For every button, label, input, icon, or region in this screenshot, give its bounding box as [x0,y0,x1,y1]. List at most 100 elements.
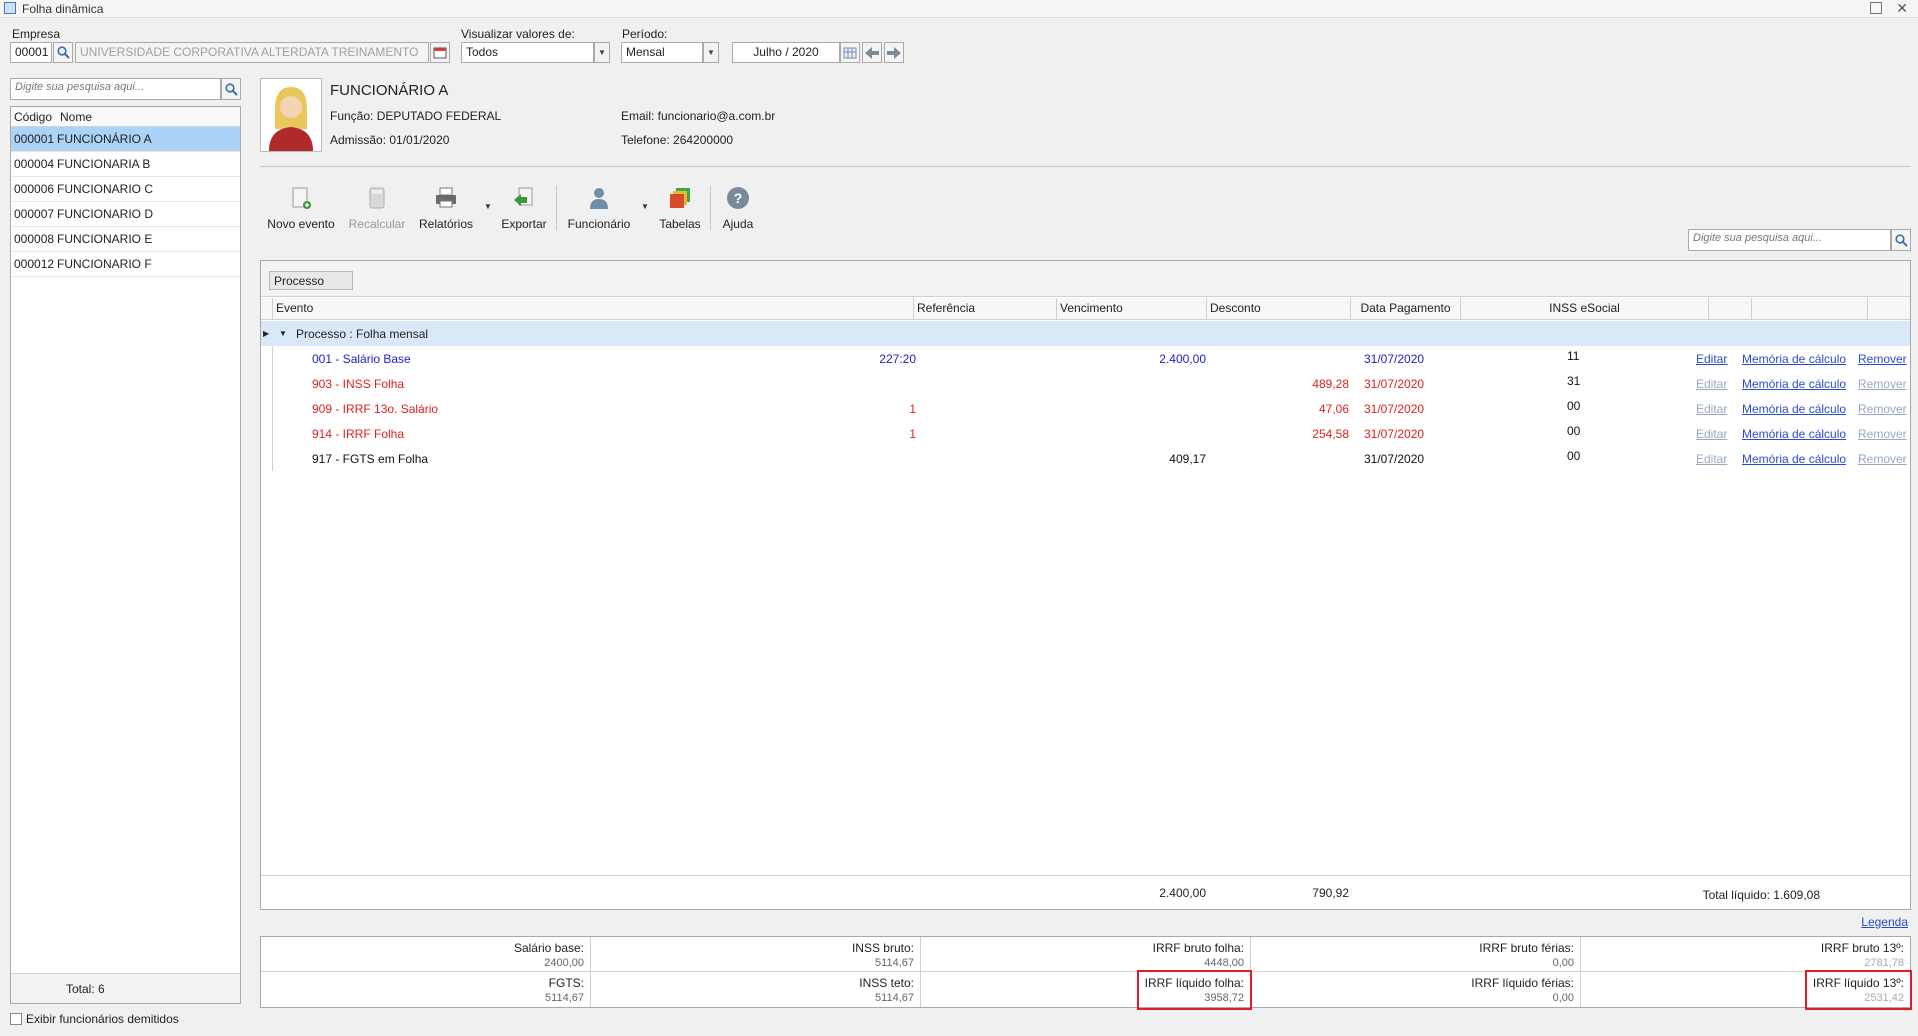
legenda-link[interactable]: Legenda [1861,915,1908,929]
col-editar-header [1709,298,1752,320]
close-icon[interactable]: ✕ [1896,0,1908,17]
grid-search-button[interactable] [1891,229,1911,251]
restore-icon[interactable] [1870,2,1882,14]
next-period-button[interactable] [884,42,904,63]
row-indicator [261,446,273,471]
user-icon [590,188,608,209]
employee-total: Total: 6 [11,973,240,1003]
summary-irrf-bruto-ferias: IRRF bruto férias: 0,00 [1251,937,1581,972]
collapse-icon[interactable]: ▼ [279,329,287,338]
visualizar-select[interactable]: Todos [461,42,594,63]
table-row[interactable]: 001 - Salário Base 227:20 2.400,00 31/07… [261,346,1910,371]
summary-label: Salário base: [513,941,584,955]
memoria-calculo-link[interactable]: Memória de cálculo [1742,352,1846,366]
employee-row[interactable]: 000007 FUNCIONARIO D [11,202,240,227]
employee-row[interactable]: 000008 FUNCIONARIO E [11,227,240,252]
relatorios-dropdown-icon[interactable]: ▼ [484,202,492,211]
periodo-dropdown-icon[interactable]: ▼ [703,42,719,63]
col-vencimento-header[interactable]: Vencimento [1057,298,1207,320]
memoria-calculo-link[interactable]: Memória de cálculo [1742,427,1846,441]
previous-period-button[interactable] [862,42,882,63]
help-icon: ? [727,187,749,209]
summary-label: IRRF bruto férias: [1479,941,1574,955]
empresa-code-field[interactable]: 00001 [10,42,52,63]
employee-row[interactable]: 000006 FUNCIONARIO C [11,177,240,202]
search-icon [1894,233,1908,247]
employee-row[interactable]: 000001 FUNCIONÁRIO A [11,127,240,152]
relatorios-button[interactable]: Relatórios [416,186,476,231]
person-icon [269,87,313,151]
ajuda-button[interactable]: ? Ajuda [716,186,760,231]
editar-link[interactable]: Editar [1696,452,1727,466]
col-name-header[interactable]: Nome [57,110,92,124]
summary-fgts: FGTS: 5114,67 [261,972,591,1007]
memoria-calculo-link[interactable]: Memória de cálculo [1742,402,1846,416]
empresa-search-button[interactable] [53,42,73,63]
app-icon [4,2,16,14]
editar-link[interactable]: Editar [1696,402,1727,416]
table-row[interactable]: 914 - IRRF Folha 1 254,58 31/07/2020 00 … [261,421,1910,446]
title-bar: Folha dinâmica ✕ [0,0,1918,18]
editar-link[interactable]: Editar [1696,427,1727,441]
table-row[interactable]: 909 - IRRF 13o. Salário 1 47,06 31/07/20… [261,396,1910,421]
exportar-button[interactable]: Exportar [498,186,550,231]
funcionario-dropdown-icon[interactable]: ▼ [641,202,649,211]
visualizar-label: Visualizar valores de: [461,27,575,41]
employee-name: FUNCIONARIO D [57,207,153,221]
col-evento-header[interactable]: Evento [273,298,914,320]
periodo-date-field[interactable]: Julho / 2020 [732,42,840,63]
recalcular-button[interactable]: Recalcular [346,186,408,231]
cell-vencimento: 2.400,00 [1159,352,1206,366]
row-indicator [261,346,273,371]
remover-link[interactable]: Remover [1858,352,1907,366]
col-referencia-header[interactable]: Referência [914,298,1057,320]
row-indicator [261,421,273,446]
empresa-calendar-button[interactable] [430,42,450,63]
table-row[interactable]: 917 - FGTS em Folha 409,17 31/07/2020 00… [261,446,1910,471]
employee-code: 000001 [14,132,55,146]
grid-search-input[interactable]: Digite sua pesquisa aqui... [1688,229,1891,251]
printer-icon [436,187,456,208]
expand-icon[interactable]: ▶ [263,329,269,338]
show-dismissed-checkbox[interactable] [10,1013,22,1025]
editar-link[interactable]: Editar [1696,377,1727,391]
remover-link[interactable]: Remover [1858,402,1907,416]
total-desconto: 790,92 [1312,886,1349,900]
cell-data-pagamento: 31/07/2020 [1364,427,1425,441]
cell-inss-esocial: 00 [1567,449,1581,463]
tabelas-button[interactable]: Tabelas [656,186,704,231]
col-code-header[interactable]: Código [11,110,57,124]
row-indicator-header [261,298,273,320]
group-chip-processo[interactable]: Processo [269,271,353,290]
employee-search-input[interactable]: Digite sua pesquisa aqui... [10,78,221,100]
employee-code: 000008 [14,232,55,246]
total-liquido: Total líquido: 1.609,08 [1702,888,1820,902]
tabelas-label: Tabelas [659,217,701,231]
employee-name: FUNCIONARIO E [57,232,153,246]
col-inss-esocial-header[interactable]: INSS eSocial [1461,298,1709,320]
row-indicator [261,396,273,421]
memoria-calculo-link[interactable]: Memória de cálculo [1742,452,1846,466]
summary-irrf-bruto-folha: IRRF bruto folha: 4448,00 [921,937,1251,972]
periodo-select[interactable]: Mensal [621,42,703,63]
group-row-processo[interactable]: ▶ ▼ Processo : Folha mensal [261,321,1910,346]
novo-evento-button[interactable]: Novo evento [266,186,336,231]
window-title: Folha dinâmica [22,2,104,16]
editar-link[interactable]: Editar [1696,352,1727,366]
funcionario-button[interactable]: Funcionário [564,186,634,231]
cell-evento: 914 - IRRF Folha [312,427,405,441]
employee-search-button[interactable] [221,78,241,100]
table-row[interactable]: 903 - INSS Folha 489,28 31/07/2020 31 Ed… [261,371,1910,396]
employee-row[interactable]: 000004 FUNCIONARIA B [11,152,240,177]
periodo-calendar-button[interactable] [840,42,860,63]
recalcular-label: Recalcular [348,217,406,231]
col-desconto-header[interactable]: Desconto [1207,298,1351,320]
employee-row[interactable]: 000012 FUNCIONARIO F [11,252,240,277]
col-data-pagamento-header[interactable]: Data Pagamento [1351,298,1461,320]
visualizar-dropdown-icon[interactable]: ▼ [594,42,610,63]
remover-link[interactable]: Remover [1858,377,1907,391]
memoria-calculo-link[interactable]: Memória de cálculo [1742,377,1846,391]
remover-link[interactable]: Remover [1858,427,1907,441]
remover-link[interactable]: Remover [1858,452,1907,466]
employee-name: FUNCIONÁRIO A [57,132,152,146]
